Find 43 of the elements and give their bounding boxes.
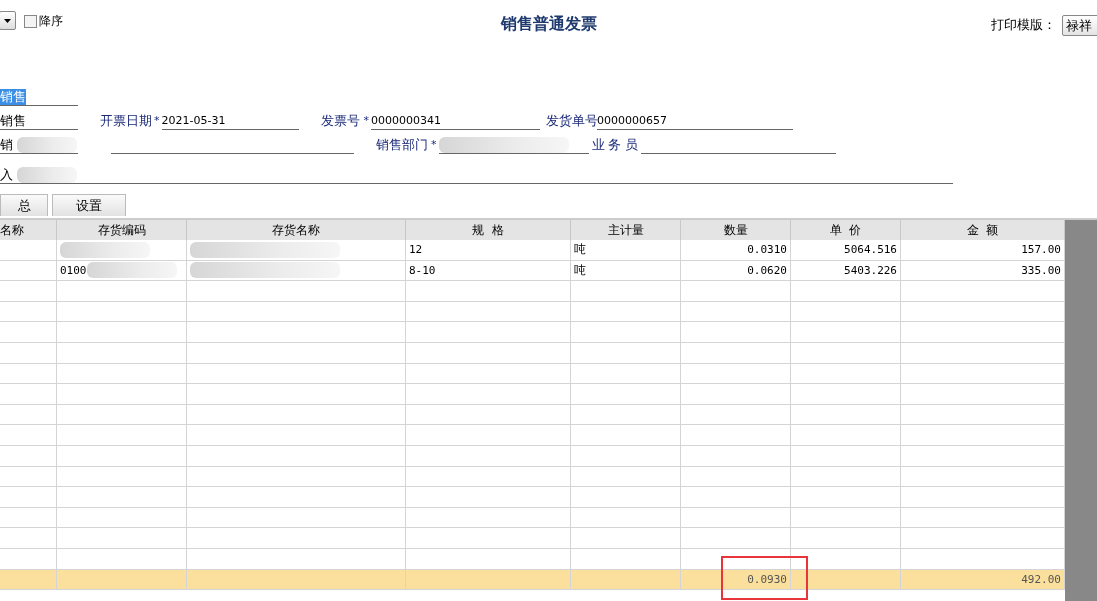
field-label: 销售部门 — [376, 136, 428, 154]
print-template-button[interactable]: 禄祥 — [1062, 15, 1097, 36]
table-cell — [0, 342, 57, 364]
table-cell — [0, 528, 57, 549]
table-cell — [0, 384, 57, 405]
dropdown-button[interactable] — [0, 11, 16, 30]
table-cell — [0, 487, 57, 508]
table-cell: 5064.516 — [791, 240, 901, 261]
toolbar-button[interactable]: 设置 — [52, 194, 126, 216]
caret-icon — [4, 18, 11, 23]
table-cell — [0, 548, 57, 570]
table-cell — [0, 322, 57, 343]
input-field[interactable]: 0000000341 — [371, 111, 540, 130]
redacted-block — [17, 137, 77, 153]
table-cell — [0, 281, 57, 302]
total-cell — [0, 569, 57, 590]
table-cell: 157.00 — [901, 240, 1065, 261]
side-label[interactable]: 销售 — [0, 113, 26, 129]
column-header[interactable]: 名称 — [0, 220, 57, 240]
table-cell — [0, 425, 57, 446]
input-field[interactable] — [438, 135, 589, 154]
table-cell: 吨 — [571, 240, 681, 261]
field-label: 业 务 员 — [591, 136, 639, 154]
toolbar-button[interactable]: 总 — [0, 194, 48, 216]
sort-checkbox[interactable]: 降序 — [24, 13, 63, 30]
field-label: 发票号 — [320, 112, 361, 130]
input-field[interactable]: 0000000657 — [597, 111, 793, 130]
required-mark: * — [431, 137, 437, 153]
required-mark: * — [363, 113, 369, 129]
print-template-label: 打印模版： — [991, 17, 1056, 34]
side-label[interactable]: 销 — [0, 137, 13, 153]
field-label: 开票日期 — [100, 112, 153, 130]
table-cell: 0100 — [57, 260, 187, 282]
input-field[interactable]: 2021-05-31 — [161, 111, 299, 130]
table-cell: 12 — [406, 240, 571, 261]
table-cell: 0.0310 — [681, 240, 791, 261]
table-cell — [0, 445, 57, 467]
total-cell: 492.00 — [901, 569, 1065, 590]
window-title: 销售普通发票 — [500, 14, 597, 35]
required-mark: * — [154, 113, 160, 129]
total-cell: 0.0930 — [681, 569, 791, 590]
redacted-block — [17, 167, 77, 183]
side-label[interactable]: 入 — [0, 167, 13, 183]
